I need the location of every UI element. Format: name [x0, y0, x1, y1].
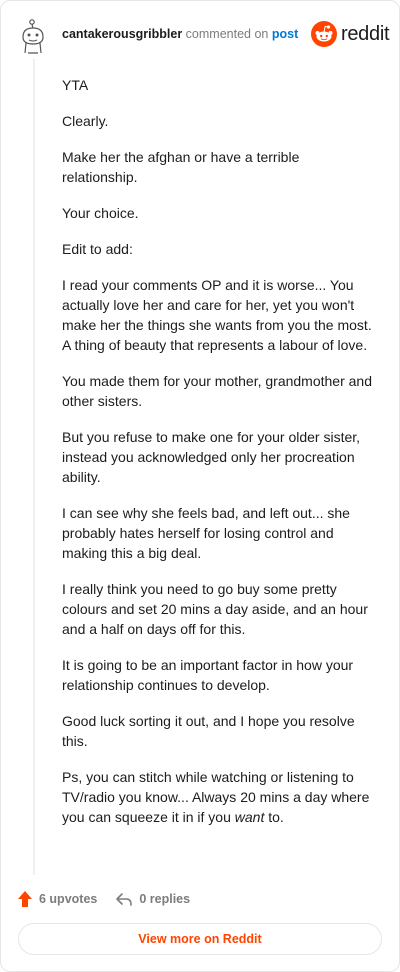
reply-arrow-icon: [116, 893, 133, 906]
view-more-button[interactable]: View more on Reddit: [18, 923, 382, 955]
comment-paragraph: Edit to add:: [62, 241, 133, 257]
comment-paragraph: I can see why she feels bad, and left ou…: [62, 505, 350, 561]
reddit-logo-icon: [311, 21, 337, 47]
comment-paragraph: But you refuse to make one for your olde…: [62, 429, 361, 485]
reply-button[interactable]: 0 replies: [115, 891, 190, 907]
comment-paragraph: Good luck sorting it out, and I hope you…: [62, 713, 355, 749]
upvote-arrow-icon: [18, 891, 32, 907]
thread-line[interactable]: [33, 59, 35, 875]
comment-paragraph-last: Ps, you can stitch while watching or lis…: [62, 767, 374, 827]
comment-paragraph: Make her the afghan or have a terrible r…: [62, 149, 300, 185]
comment-paragraph: I read your comments OP and it is worse.…: [62, 277, 372, 353]
user-avatar-icon[interactable]: [18, 15, 48, 55]
reddit-wordmark: reddit: [341, 22, 390, 45]
comment-card: cantakerousgribbler commented on post re…: [0, 0, 400, 972]
ps-text-end: to.: [264, 809, 284, 825]
emphasis-text: want: [234, 809, 265, 825]
comment-header: cantakerousgribbler commented on post: [62, 27, 298, 41]
username-link[interactable]: cantakerousgribbler: [62, 27, 182, 41]
commented-on-text: commented on: [185, 27, 269, 41]
comment-paragraph: You made them for your mother, grandmoth…: [62, 373, 372, 409]
comment-paragraph: I really think you need to go buy some p…: [62, 581, 368, 637]
reddit-brand[interactable]: reddit: [311, 21, 390, 47]
comment-paragraph: Clearly.: [62, 113, 109, 129]
reply-count: 0 replies: [139, 892, 191, 906]
comment-body: YTA Clearly. Make her the afghan or have…: [62, 75, 374, 843]
ps-text: Ps, you can stitch while watching or lis…: [62, 769, 370, 825]
comment-paragraph: It is going to be an important factor in…: [62, 657, 354, 693]
comment-paragraph: YTA: [62, 77, 89, 93]
upvote-count: 6 upvotes: [39, 892, 98, 906]
upvote-button[interactable]: 6 upvotes: [17, 890, 97, 908]
comment-footer: 6 upvotes 0 replies: [17, 890, 190, 908]
post-link[interactable]: post: [272, 27, 298, 41]
comment-paragraph: Your choice.: [62, 205, 139, 221]
